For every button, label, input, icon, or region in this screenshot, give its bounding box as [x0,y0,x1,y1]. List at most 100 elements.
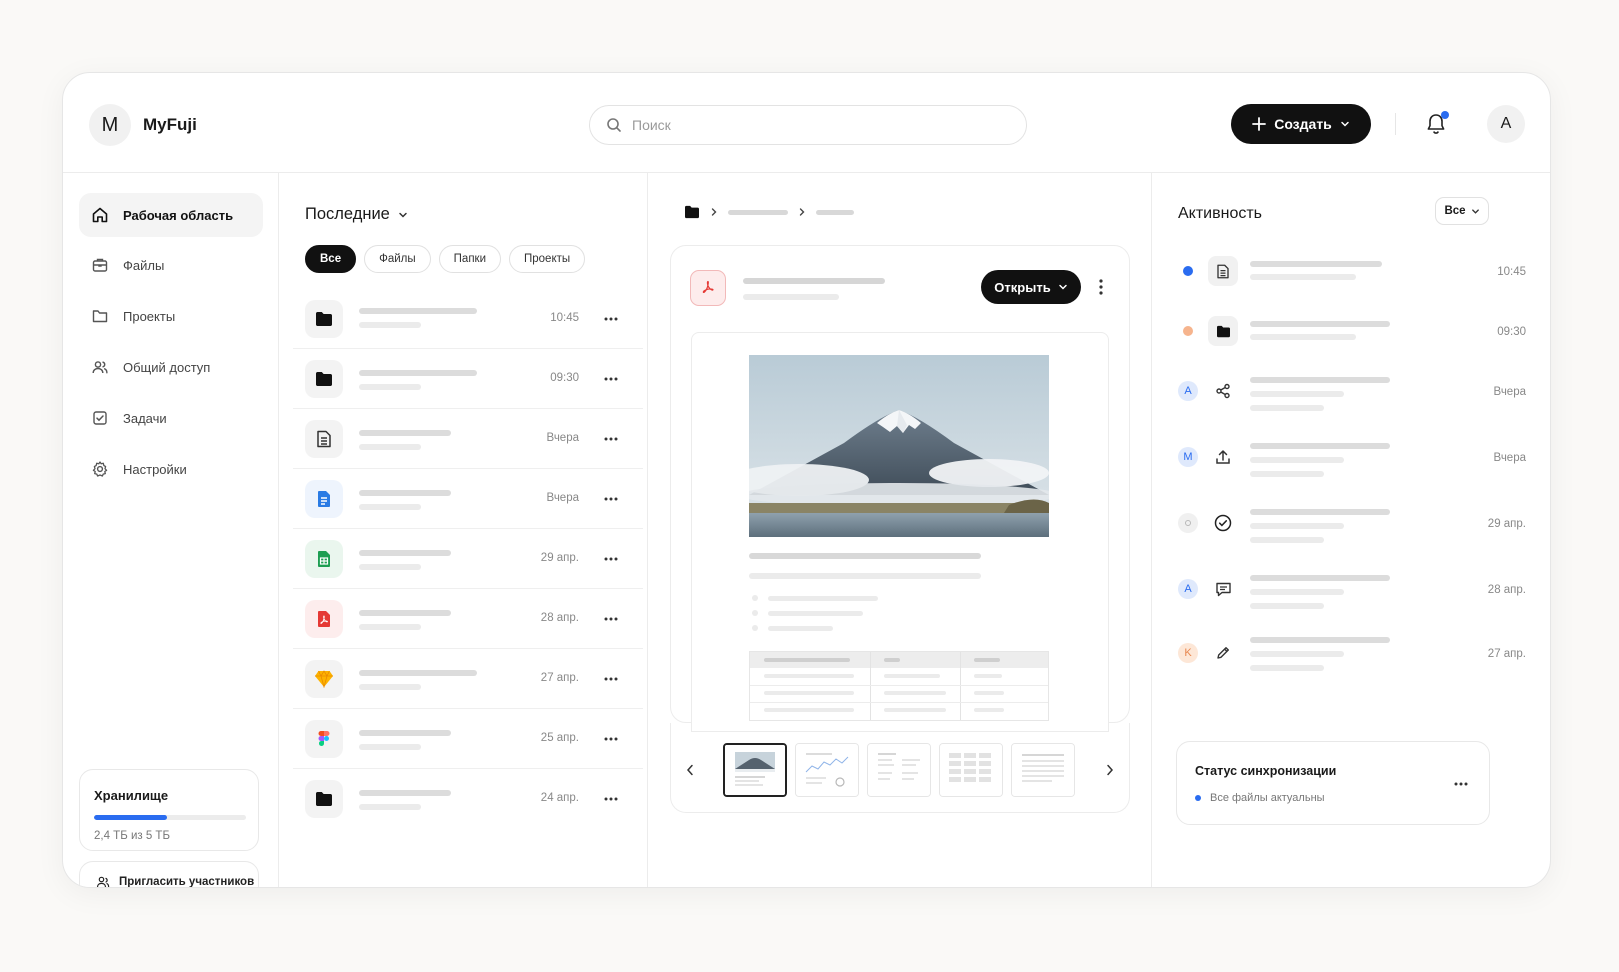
more-icon[interactable] [601,669,621,689]
thumbnail-strip [670,723,1130,813]
activity-filter-label: Все [1444,205,1466,217]
sidebar-item-label: Проекты [123,308,176,324]
check-circle-icon [1208,508,1238,538]
app-window: M MyFuji Создать A Рабочая область Файлы… [62,72,1551,888]
thumbnail-page-4[interactable] [939,743,1003,797]
sidebar-item-label: Настройки [123,461,187,477]
sidebar-item-tasks[interactable]: Задачи [79,396,263,440]
sidebar-item-label: Общий доступ [123,359,211,375]
pdf-red-icon [305,600,343,638]
recent-row[interactable]: 24 апр. [293,769,643,829]
comment-icon [1208,574,1238,604]
row-time: 28 апр. [540,612,579,624]
chevron-right-icon[interactable] [1101,761,1119,779]
folder-icon [305,300,343,338]
more-icon[interactable] [601,789,621,809]
sidebar-item-sharing[interactable]: Общий доступ [79,345,263,389]
activity-time: 28 апр. [1487,584,1526,596]
more-icon[interactable] [601,549,621,569]
storage-title: Хранилище [94,788,169,803]
sidebar-item-settings[interactable]: Настройки [79,447,263,491]
recent-row[interactable]: 27 апр. [293,649,643,709]
thumbnail-page-5[interactable] [1011,743,1075,797]
kebab-menu-icon[interactable] [1093,276,1109,298]
thumbnail-page-2[interactable] [795,743,859,797]
recent-row[interactable]: 10:45 [293,289,643,349]
more-icon[interactable] [601,369,621,389]
recent-row[interactable]: 25 апр. [293,709,643,769]
activity-row[interactable]: 10:45 [1152,241,1550,301]
user-avatar-small: A [1178,579,1198,599]
chevron-left-icon[interactable] [681,761,699,779]
users-icon [92,361,108,374]
filter-chip-all[interactable]: Все [305,245,357,273]
activity-row[interactable]: A 28 апр. [1152,559,1550,619]
chevron-down-icon [1058,284,1067,290]
activity-row[interactable]: M Вчера [1152,427,1550,487]
workspace-initial: M [101,113,119,136]
doc-blue-icon [305,480,343,518]
more-icon[interactable] [601,729,621,749]
recent-row[interactable]: 09:30 [293,349,643,409]
row-time: 09:30 [550,372,579,384]
status-dot-blue [1178,261,1198,281]
search-input[interactable] [632,117,992,133]
search-box[interactable] [589,105,1027,145]
activity-row[interactable]: K 27 апр. [1152,625,1550,685]
filter-chip-files[interactable]: Файлы [364,245,431,273]
activity-time: Вчера [1493,386,1526,398]
filter-chip-projects[interactable]: Проекты [509,245,586,273]
chevron-down-icon [399,212,407,218]
create-button-label: Создать [1274,116,1332,132]
create-button[interactable]: Создать [1231,104,1371,144]
chevron-down-icon [1341,121,1349,127]
gear-icon [92,461,108,477]
activity-filter-dropdown[interactable]: Все [1435,197,1489,225]
sketch-gem-icon [305,660,343,698]
avatar-initial: M [1183,451,1193,463]
more-icon[interactable] [601,489,621,509]
recent-row[interactable]: 28 апр. [293,589,643,649]
more-icon[interactable] [601,609,621,629]
filter-chip-folders[interactable]: Папки [438,245,501,273]
recent-row[interactable]: 29 апр. [293,529,643,589]
recent-title: Последние [305,205,390,223]
activity-row[interactable]: 29 апр. [1152,493,1550,553]
chevron-right-icon [711,208,717,216]
folder-icon[interactable] [684,205,700,219]
open-button[interactable]: Открыть [981,270,1081,304]
storage-progress-fill [94,815,167,820]
row-time: Вчера [546,492,579,504]
workspace-avatar[interactable]: M [89,104,131,146]
document-page[interactable] [691,332,1109,732]
top-bar: M MyFuji Создать A [63,73,1550,173]
activity-row[interactable]: A Вчера [1152,361,1550,421]
sidebar-item-files[interactable]: Файлы [79,243,263,287]
avatar-initial: A [1184,583,1192,595]
sync-status-dot [1195,795,1201,801]
sidebar-item-projects[interactable]: Проекты [79,294,263,338]
row-time: Вчера [546,432,579,444]
activity-row[interactable]: 09:30 [1152,301,1550,361]
activity-time: 09:30 [1497,326,1526,338]
chevron-down-icon [1471,208,1479,214]
plus-icon [1252,117,1267,131]
more-icon[interactable] [601,309,621,329]
thumbnail-page-3[interactable] [867,743,931,797]
recent-sort-dropdown[interactable]: Последние [305,205,408,224]
upload-icon [1208,442,1238,472]
breadcrumb-segment[interactable] [816,209,854,215]
recent-row[interactable]: Вчера [293,409,643,469]
sidebar-item-workspace[interactable]: Рабочая область [79,193,263,237]
sidebar-item-label: Файлы [123,257,165,273]
more-icon[interactable] [1451,774,1471,794]
recent-row[interactable]: Вчера [293,469,643,529]
thumbnail-page-1[interactable] [723,743,787,797]
invite-members-button[interactable]: Пригласить участников [79,861,259,887]
breadcrumb-segment[interactable] [728,209,788,215]
more-icon[interactable] [601,429,621,449]
user-avatar[interactable]: A [1487,105,1525,143]
sheet-green-icon [305,540,343,578]
row-time: 10:45 [550,312,579,324]
document-preview-card: Открыть [670,245,1130,732]
